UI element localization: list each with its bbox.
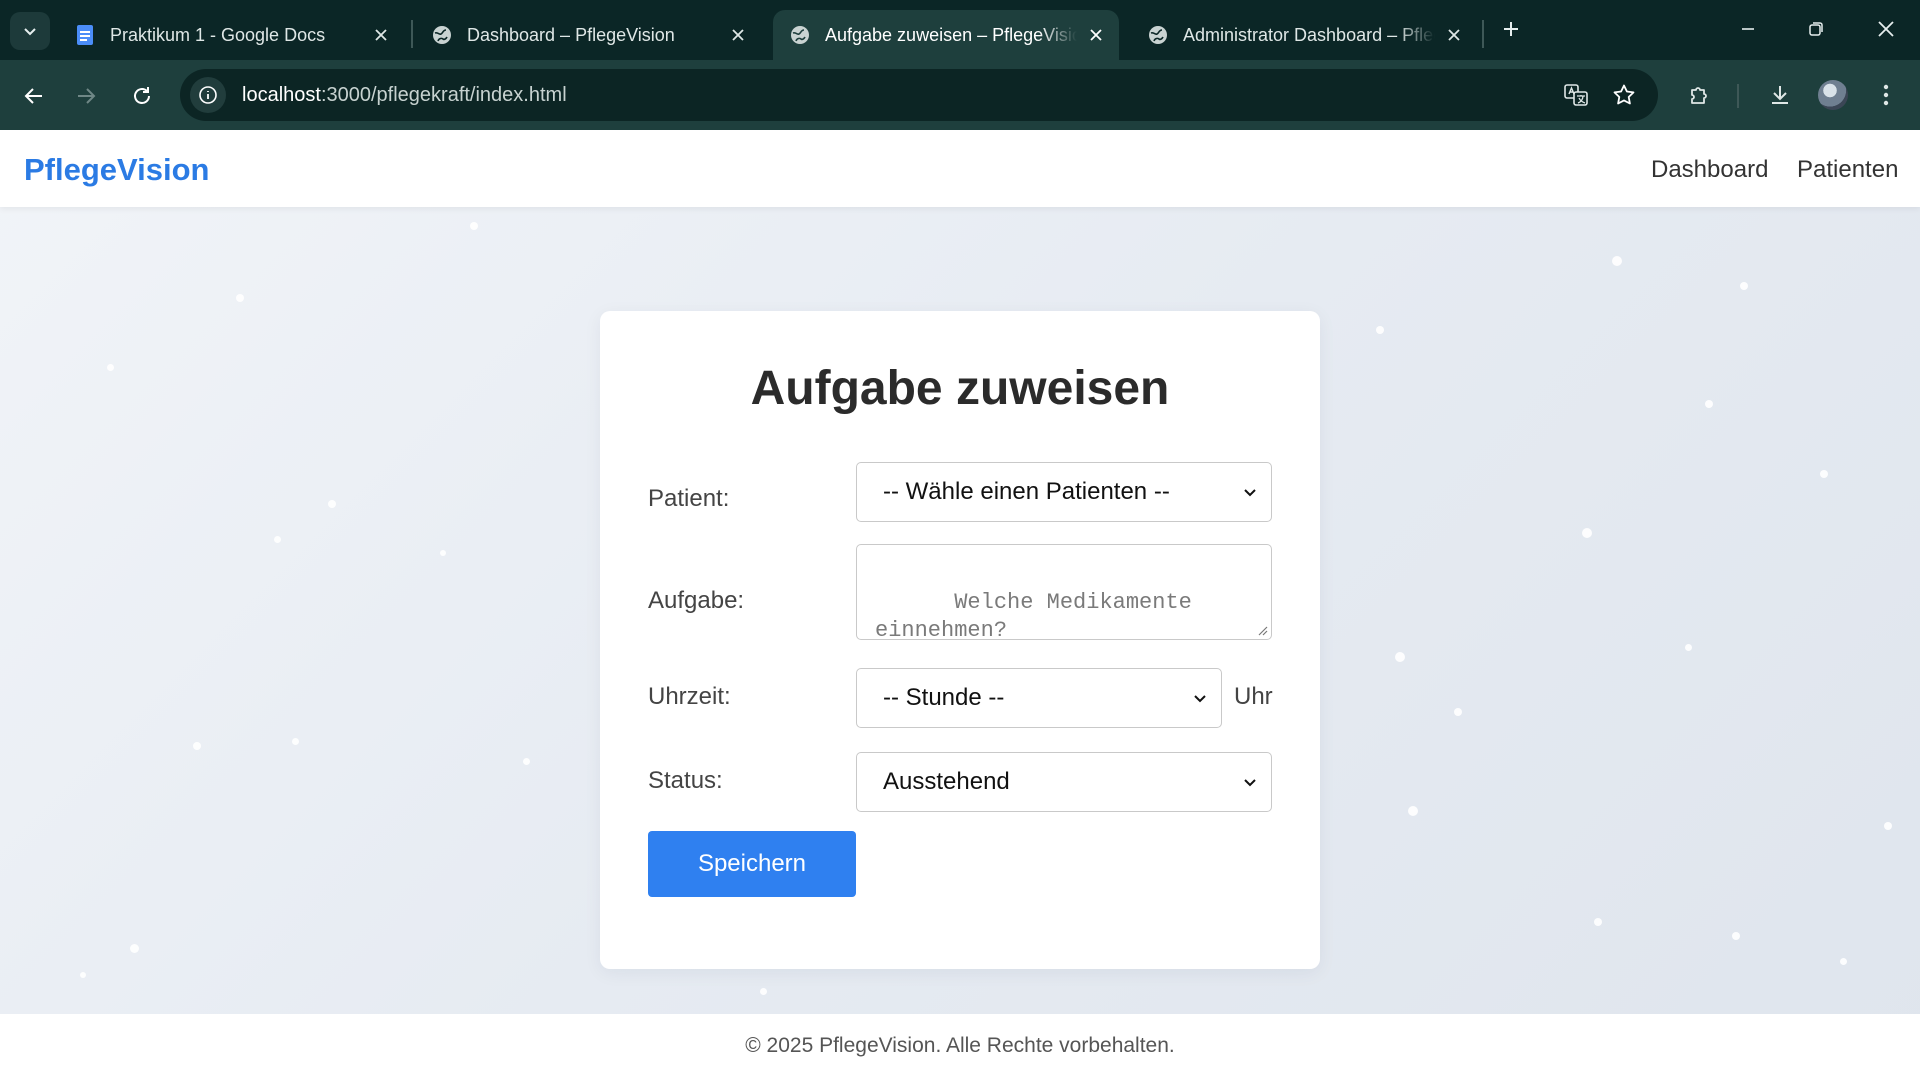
- brand-logo[interactable]: PflegeVision: [24, 152, 210, 188]
- chevron-down-icon: [24, 28, 36, 36]
- globe-icon: [1149, 26, 1167, 44]
- tab-google-docs[interactable]: Praktikum 1 - Google Docs: [58, 10, 404, 60]
- page-title: Aufgabe zuweisen: [750, 362, 1170, 415]
- status-select-value: Ausstehend: [883, 768, 1010, 795]
- puzzle-icon: [1691, 87, 1707, 104]
- tab-search-button[interactable]: [10, 12, 50, 50]
- info-icon: [199, 86, 217, 104]
- site-info-button[interactable]: [190, 77, 226, 113]
- arrow-right-icon: [78, 88, 96, 104]
- translate-icon: [1564, 84, 1588, 106]
- reload-button[interactable]: [122, 76, 162, 116]
- forward-button[interactable]: [66, 76, 106, 116]
- chevron-down-icon: [1244, 779, 1256, 787]
- new-tab-button[interactable]: [1496, 14, 1526, 44]
- close-icon[interactable]: [1443, 24, 1465, 46]
- extensions-button[interactable]: [1684, 79, 1716, 111]
- site-footer: © 2025 PflegeVision. Alle Rechte vorbeha…: [0, 1014, 1920, 1080]
- profile-avatar[interactable]: [1818, 80, 1848, 110]
- status-select[interactable]: Ausstehend: [856, 752, 1272, 812]
- page-viewport: PflegeVision Dashboard Patienten Aufgabe…: [0, 130, 1920, 1080]
- site-header: PflegeVision Dashboard Patienten: [0, 130, 1920, 207]
- browser-tab-bar: Praktikum 1 - Google Docs Dashboard – Pf…: [0, 0, 1920, 60]
- tab-title: Dashboard – PflegeVision: [467, 24, 675, 45]
- task-placeholder: Welche Medikamente einnehmen?: [875, 590, 1206, 643]
- patient-select-value: -- Wähle einen Patienten --: [883, 478, 1170, 505]
- tab-divider: [411, 20, 413, 48]
- url-text: localhost:3000/pflegekraft/index.html: [242, 84, 567, 107]
- minimize-button[interactable]: [1728, 14, 1768, 44]
- hour-select-value: -- Stunde --: [883, 684, 1005, 711]
- back-button[interactable]: [14, 76, 54, 116]
- google-docs-icon: [77, 25, 93, 45]
- patient-label: Patient:: [648, 485, 730, 512]
- save-button[interactable]: Speichern: [648, 831, 856, 897]
- chevron-down-icon: [1194, 695, 1206, 703]
- close-icon[interactable]: [370, 24, 392, 46]
- star-icon: [1613, 84, 1635, 105]
- globe-icon: [791, 26, 809, 44]
- patient-select[interactable]: -- Wähle einen Patienten --: [856, 462, 1272, 522]
- close-icon[interactable]: [727, 24, 749, 46]
- globe-icon: [433, 26, 451, 44]
- tab-divider: [1482, 20, 1484, 48]
- tab-dashboard[interactable]: Dashboard – PflegeVision: [415, 10, 761, 60]
- reload-icon: [134, 87, 150, 104]
- tab-title: Administrator Dashboard – PflegeVision: [1183, 24, 1435, 45]
- plus-icon: [1504, 22, 1518, 36]
- hour-select[interactable]: -- Stunde --: [856, 668, 1222, 728]
- bookmark-button[interactable]: [1608, 79, 1640, 111]
- tab-title: Aufgabe zuweisen – PflegeVision: [825, 24, 1077, 45]
- browser-menu-button[interactable]: [1870, 79, 1902, 111]
- task-textarea[interactable]: Welche Medikamente einnehmen?: [856, 544, 1272, 643]
- arrow-left-icon: [24, 88, 42, 104]
- nav-link-patienten[interactable]: Patienten: [1797, 156, 1898, 184]
- copyright-text: © 2025 PflegeVision. Alle Rechte vorbeha…: [745, 1034, 1175, 1057]
- restore-button[interactable]: [1796, 14, 1836, 44]
- download-icon: [1772, 86, 1788, 104]
- address-bar[interactable]: localhost:3000/pflegekraft/index.html: [180, 69, 1658, 121]
- restore-icon: [1809, 22, 1823, 36]
- toolbar-divider: [1737, 84, 1739, 108]
- status-label: Status:: [648, 767, 723, 794]
- nav-link-dashboard[interactable]: Dashboard: [1651, 156, 1768, 184]
- url-host: localhost: [242, 83, 321, 106]
- close-icon[interactable]: [1085, 24, 1107, 46]
- minimize-icon: [1742, 28, 1754, 30]
- translate-button[interactable]: [1560, 79, 1592, 111]
- time-unit-label: Uhr: [1234, 683, 1273, 710]
- more-vertical-icon: [1883, 84, 1889, 106]
- close-icon: [1878, 21, 1894, 37]
- tab-admin-dashboard[interactable]: Administrator Dashboard – PflegeVision: [1131, 10, 1477, 60]
- chevron-down-icon: [1244, 489, 1256, 497]
- tab-title: Praktikum 1 - Google Docs: [110, 24, 326, 45]
- browser-toolbar: localhost:3000/pflegekraft/index.html: [0, 60, 1920, 130]
- url-path: :3000/pflegekraft/index.html: [320, 83, 567, 106]
- task-label: Aufgabe:: [648, 587, 745, 614]
- window-close-button[interactable]: [1866, 14, 1906, 44]
- assign-task-card: Aufgabe zuweisen Patient: -- Wähle einen…: [600, 311, 1320, 969]
- tab-aufgabe-zuweisen[interactable]: Aufgabe zuweisen – PflegeVision: [773, 10, 1119, 60]
- downloads-button[interactable]: [1764, 79, 1796, 111]
- time-label: Uhrzeit:: [648, 683, 731, 710]
- resize-grip-icon[interactable]: [1256, 624, 1268, 636]
